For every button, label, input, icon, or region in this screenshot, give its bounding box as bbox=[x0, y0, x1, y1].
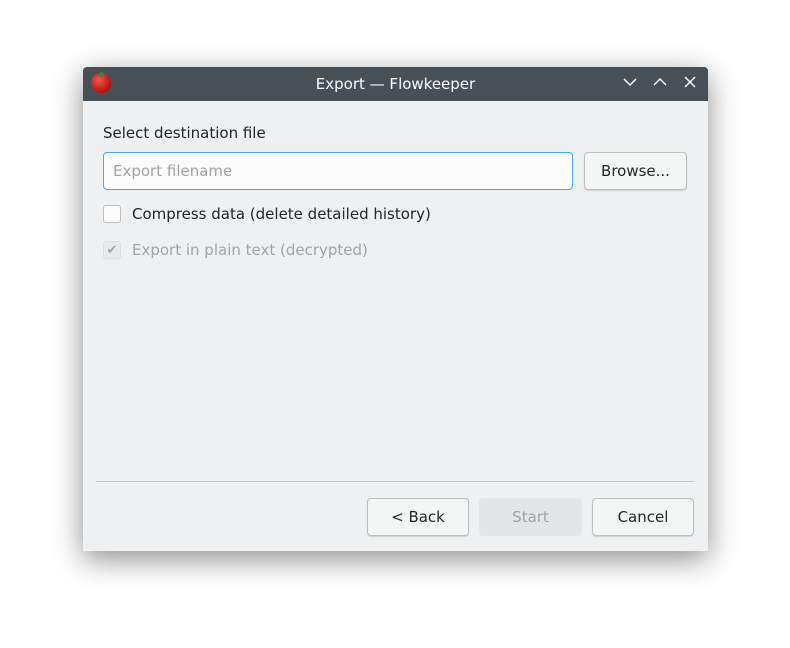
browse-button[interactable]: Browse... bbox=[584, 152, 687, 190]
cancel-button[interactable]: Cancel bbox=[592, 498, 694, 536]
compress-checkbox[interactable]: Compress data (delete detailed history) bbox=[103, 205, 431, 223]
title-bar[interactable]: Export — Flowkeeper bbox=[83, 67, 708, 101]
back-button[interactable]: < Back bbox=[367, 498, 469, 536]
destination-label: Select destination file bbox=[103, 124, 266, 142]
start-button: Start bbox=[479, 498, 582, 536]
close-button[interactable] bbox=[678, 67, 702, 101]
compress-label: Compress data (delete detailed history) bbox=[132, 205, 431, 223]
plaintext-checkbox: ✔ Export in plain text (decrypted) bbox=[103, 241, 368, 259]
checkmark-icon: ✔ bbox=[103, 241, 121, 259]
separator bbox=[96, 481, 694, 482]
maximize-button[interactable] bbox=[648, 67, 672, 101]
chevron-up-icon bbox=[653, 77, 667, 86]
chevron-down-icon bbox=[623, 78, 637, 87]
export-filename-input[interactable] bbox=[103, 152, 573, 190]
window-title: Export — Flowkeeper bbox=[315, 75, 476, 93]
export-dialog: Export — Flowkeeper Select destination f… bbox=[83, 67, 708, 551]
close-icon bbox=[684, 76, 696, 88]
minimize-button[interactable] bbox=[618, 67, 642, 101]
plaintext-label: Export in plain text (decrypted) bbox=[132, 241, 368, 259]
checkbox-box[interactable] bbox=[103, 205, 121, 223]
